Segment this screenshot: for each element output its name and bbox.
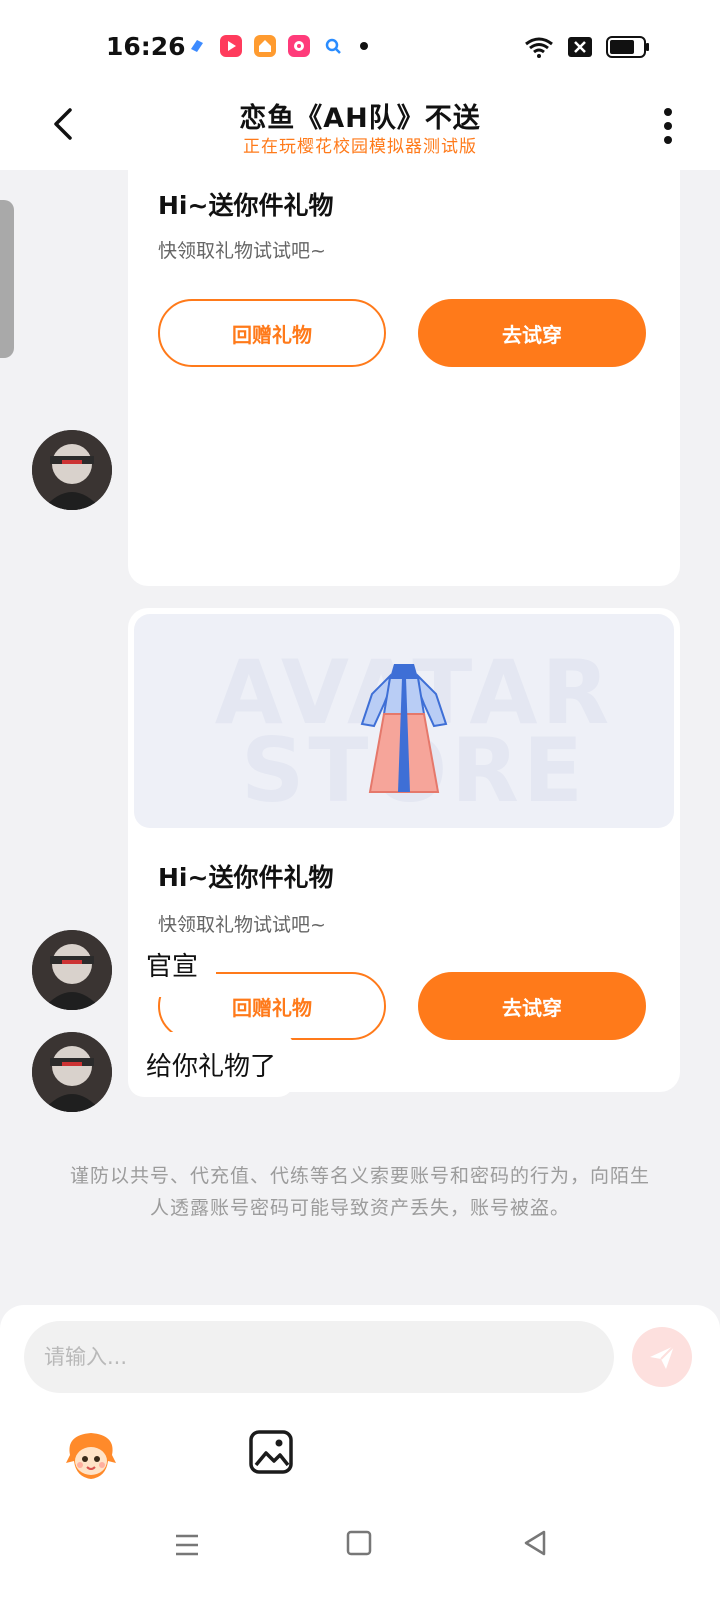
more-options-button[interactable] xyxy=(656,104,680,148)
battery-icon xyxy=(606,36,649,58)
gift-card: AVATAR STORE Hi~送你件礼物 快领取礼物试试吧~ 回赠礼物 去试穿 xyxy=(128,608,680,1092)
gift-subtitle: 快领取礼物试试吧~ xyxy=(158,240,326,262)
status-bar: 16:26 xyxy=(0,0,720,90)
system-navigation-bar xyxy=(0,1500,720,1600)
game-app-icon xyxy=(288,35,310,57)
app-notification-icon xyxy=(186,35,208,57)
chat-header: 恋鱼《AH队》不送 正在玩樱花校园模拟器测试版 xyxy=(0,90,720,170)
image-icon xyxy=(249,1430,293,1474)
menu-icon xyxy=(176,1534,198,1556)
video-app-icon xyxy=(220,35,242,57)
more-notifications-dot xyxy=(360,42,368,50)
gift-card: Hi~送你件礼物 快领取礼物试试吧~ 回赠礼物 去试穿 xyxy=(128,170,680,586)
safety-notice: 谨防以共号、代充值、代练等名义索要账号和密码的行为，向陌生人透露账号密码可能导致… xyxy=(70,1165,651,1219)
gift-title: Hi~送你件礼物 xyxy=(158,191,334,220)
gift-preview-image[interactable]: AVATAR STORE xyxy=(134,614,674,828)
playing-status: 正在玩樱花校园模拟器测试版 xyxy=(243,137,477,157)
home-button[interactable] xyxy=(346,1530,372,1556)
message-bubble[interactable]: 官宣 xyxy=(128,932,217,997)
side-drawer-handle[interactable] xyxy=(0,200,14,358)
chat-screen: 16:26 恋鱼《AH队》不送 正在玩樱花校园模拟器测试版 Hi~送你件礼物 快… xyxy=(0,0,720,1600)
dress-icon xyxy=(360,664,448,793)
image-picker-button[interactable] xyxy=(248,1429,294,1475)
try-on-button[interactable]: 去试穿 xyxy=(418,299,646,367)
system-status-icons xyxy=(524,36,650,58)
search-app-icon xyxy=(322,35,344,57)
status-time: 16:26 xyxy=(106,32,186,61)
gift-title: Hi~送你件礼物 xyxy=(158,863,334,892)
try-on-button[interactable]: 去试穿 xyxy=(418,972,646,1040)
sim-disabled-icon xyxy=(568,37,592,57)
recent-apps-button[interactable] xyxy=(172,1530,202,1560)
message-input[interactable] xyxy=(24,1321,614,1393)
message-list[interactable]: Hi~送你件礼物 快领取礼物试试吧~ 回赠礼物 去试穿 AVATAR STORE xyxy=(0,170,720,1305)
wifi-icon xyxy=(525,37,553,58)
more-vertical-icon xyxy=(664,108,672,144)
system-back-button[interactable] xyxy=(520,1528,550,1558)
home-square-icon xyxy=(346,1530,372,1556)
message-bubble[interactable]: 给你礼物了 xyxy=(128,1032,295,1097)
sticker-icon xyxy=(66,1433,116,1479)
home-app-icon xyxy=(254,35,276,57)
sender-avatar[interactable] xyxy=(32,930,112,1010)
sender-avatar[interactable] xyxy=(32,430,112,510)
sticker-button[interactable] xyxy=(62,1429,120,1483)
return-gift-button[interactable]: 回赠礼物 xyxy=(158,299,386,367)
send-button[interactable] xyxy=(632,1327,692,1387)
notification-icons xyxy=(186,35,368,57)
back-triangle-icon xyxy=(524,1530,546,1556)
sender-avatar[interactable] xyxy=(32,1032,112,1112)
chat-title: 恋鱼《AH队》不送 xyxy=(239,103,481,134)
send-icon xyxy=(650,1345,675,1369)
